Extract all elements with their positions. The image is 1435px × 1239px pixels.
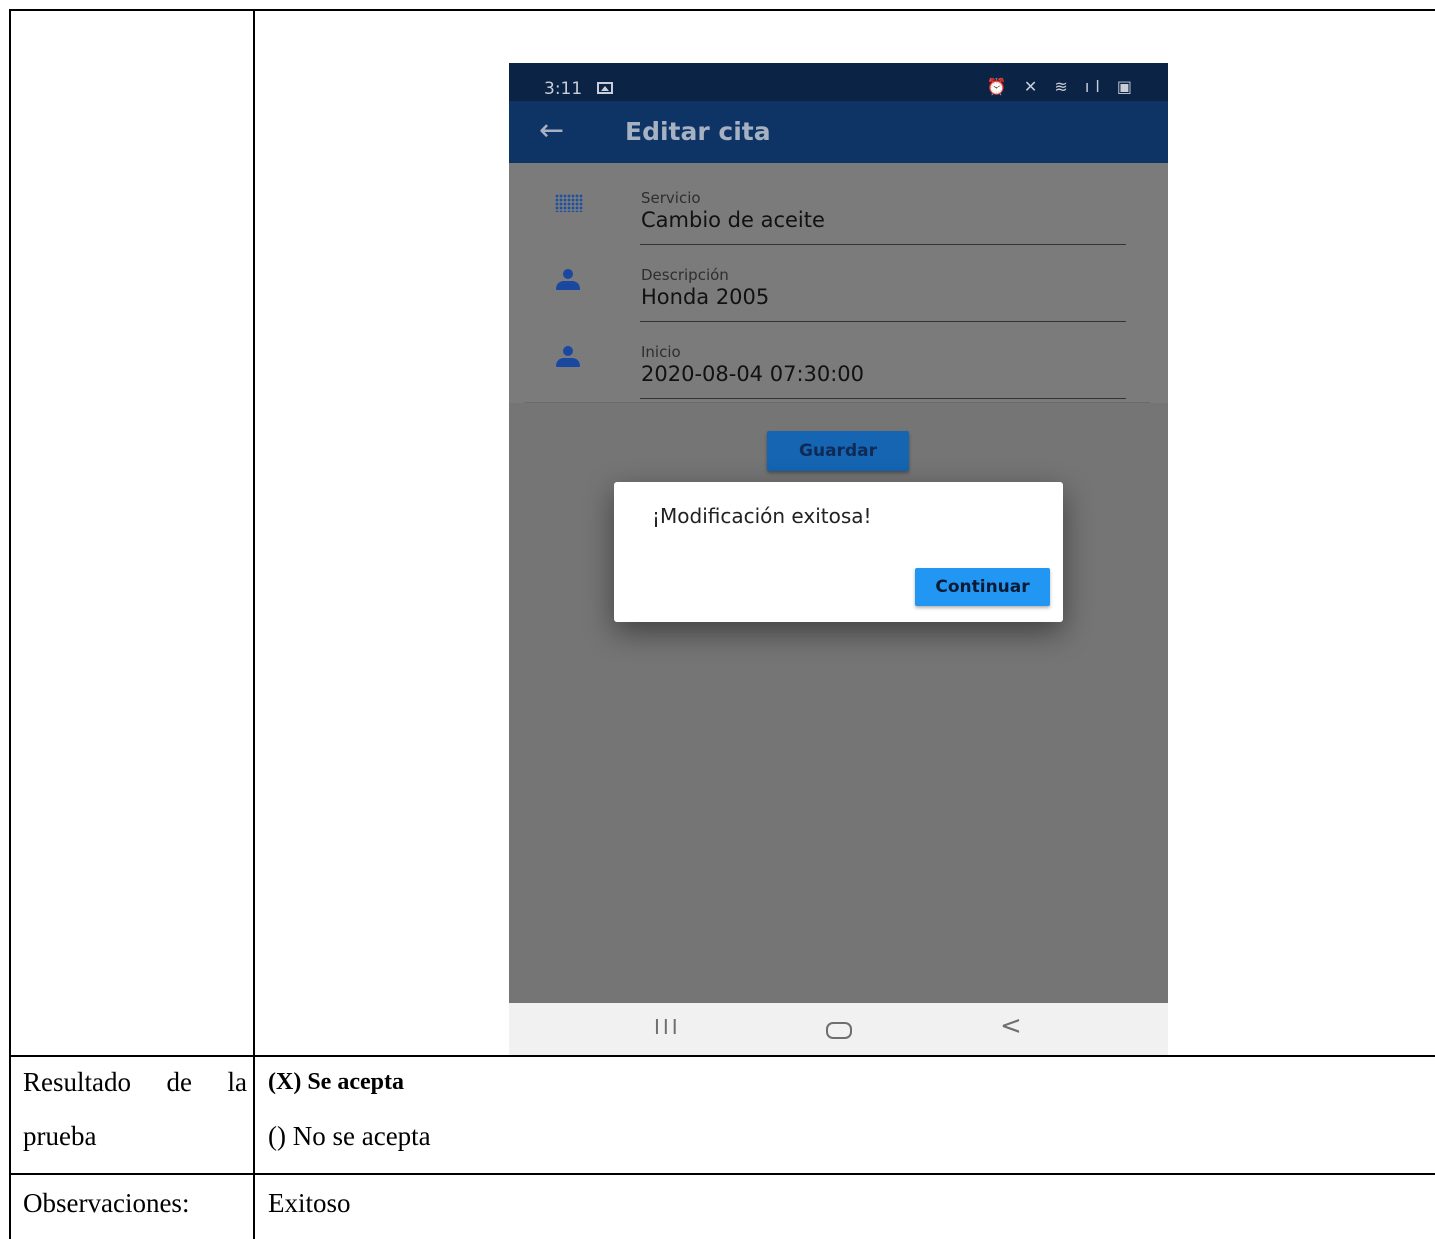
table-column-divider [253, 9, 255, 1239]
result-label-line-2: prueba [23, 1121, 97, 1151]
home-icon[interactable] [826, 1022, 852, 1039]
start-field[interactable]: 2020-08-04 07:30:00 [641, 362, 864, 386]
result-rejected: () No se acepta [268, 1121, 431, 1151]
continue-button[interactable]: Continuar [915, 568, 1050, 606]
android-nav-bar: III < [509, 1003, 1168, 1055]
table-left-border [9, 9, 11, 1239]
service-label: Servicio [641, 189, 701, 207]
service-underline [640, 244, 1126, 245]
back-arrow-icon[interactable]: ← [539, 113, 564, 148]
edit-form: Servicio Cambio de aceite Descripción Ho… [509, 163, 1168, 403]
status-bar: 3:11 ⏰ ✕ ≋ ıl ▣ [509, 63, 1168, 101]
result-label: Resultado de la [23, 1067, 247, 1097]
save-button[interactable]: Guardar [767, 431, 909, 471]
description-label: Descripción [641, 266, 729, 284]
result-label-word-3: la [227, 1067, 247, 1097]
description-field[interactable]: Honda 2005 [641, 285, 769, 309]
result-label-word-2: de [166, 1067, 192, 1097]
observations-label: Observaciones: [23, 1188, 190, 1218]
result-label-word-1: Resultado [23, 1067, 131, 1097]
page-title: Editar cita [625, 117, 771, 146]
description-underline [640, 321, 1126, 322]
grid-dots-icon [555, 194, 583, 212]
dialog-message: ¡Modificación exitosa! [652, 504, 872, 528]
table-row-divider-2 [10, 1173, 1435, 1175]
table-top-border [10, 9, 1435, 11]
start-label: Inicio [641, 343, 681, 361]
service-field[interactable]: Cambio de aceite [641, 208, 825, 232]
status-indicators-icon: ⏰ ✕ ≋ ıl ▣ [986, 77, 1138, 96]
nav-back-icon[interactable]: < [1000, 1011, 1022, 1041]
form-divider [524, 402, 1150, 403]
person-icon [555, 269, 581, 291]
recent-apps-icon[interactable]: III [654, 1015, 681, 1039]
table-row-divider-1 [10, 1055, 1435, 1057]
status-time: 3:11 [544, 79, 583, 99]
person-icon [555, 346, 581, 368]
observations-value: Exitoso [268, 1188, 351, 1218]
phone-screenshot: 3:11 ⏰ ✕ ≋ ıl ▣ ← Editar cita Servicio C… [509, 63, 1168, 1055]
start-underline [640, 398, 1126, 399]
result-accepted: (X) Se acepta [268, 1069, 404, 1095]
app-bar: ← Editar cita [509, 101, 1168, 163]
success-dialog: ¡Modificación exitosa! Continuar [614, 482, 1063, 622]
gallery-notification-icon [597, 82, 613, 94]
